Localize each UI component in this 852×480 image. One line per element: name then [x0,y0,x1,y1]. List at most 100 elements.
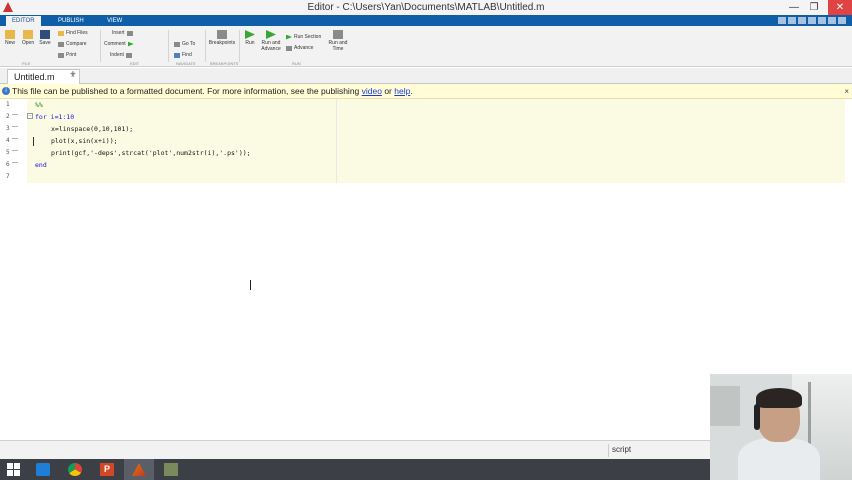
new-label: New [4,40,15,46]
breakpoint-marker[interactable]: — [12,136,18,142]
save-label: Save [39,40,51,46]
run-icon [245,30,255,39]
tab-publish[interactable]: PUBLISH [52,16,90,26]
cut-quick-icon[interactable] [788,17,796,24]
copy-quick-icon[interactable] [798,17,806,24]
taskbar-other-app[interactable] [156,459,186,480]
code-line-6: end [35,161,47,169]
group-label-navigate: NAVIGATE [176,61,196,66]
redo-quick-icon[interactable] [828,17,836,24]
info-text-or: or [381,86,395,96]
minimize-button[interactable]: — [784,0,804,15]
maximize-button[interactable]: ❐ [804,0,824,15]
code-line-4: plot(x,sin(x+i)); [51,137,118,145]
run-label: Run [245,40,255,46]
taskbar-powerpoint[interactable]: P [92,459,122,480]
quick-access-toolbar [778,17,846,24]
indent-button[interactable]: Indent [110,52,132,58]
insert-icon [126,30,133,36]
tab-view[interactable]: VIEW [101,16,128,26]
go-to-button[interactable]: Go To [174,41,195,47]
line-number: 2 [6,113,10,120]
line-number: 3 [6,125,10,132]
go-to-label: Go To [182,41,196,47]
tab-label: Untitled.m [14,72,55,82]
advance-button[interactable]: Advance [286,45,313,51]
indent-label: Indent [110,52,124,58]
find-files-button[interactable]: Find Files [58,30,88,36]
comment-button[interactable]: Comment [104,41,134,47]
group-label-run: RUN [292,61,301,66]
find-label: Find [182,52,192,58]
chrome-icon [68,463,82,476]
breakpoint-marker[interactable]: — [12,124,18,130]
comment-label: Comment [104,41,126,47]
save-quick-icon[interactable] [778,17,786,24]
presenter-hair [756,388,802,408]
floppy-disk-icon [40,30,50,39]
print-button[interactable]: Print [58,52,76,58]
compare-button[interactable]: Compare [58,41,87,47]
info-text: This file can be published to a formatte… [12,86,362,96]
find-files-icon [58,30,64,36]
run-and-advance-button[interactable]: Run and Advance [260,28,282,52]
breakpoints-icon [217,30,227,39]
breakpoint-marker[interactable]: — [12,160,18,166]
advance-label: Advance [294,45,314,51]
ribbon-separator [239,30,240,62]
go-to-icon [174,41,180,47]
tab-editor[interactable]: EDITOR [6,16,41,26]
new-tab-button[interactable]: + [70,69,76,80]
line-number: 1 [6,101,10,108]
window-title: Editor - C:\Users\Yan\Documents\MATLAB\U… [307,2,545,13]
application-icon [164,463,178,476]
ribbon-separator [100,30,101,62]
line-number: 6 [6,161,10,168]
start-button[interactable] [0,459,30,480]
help-link[interactable]: help [394,86,410,96]
breakpoint-marker[interactable]: — [12,148,18,154]
find-button[interactable]: Find [174,52,192,58]
save-button[interactable]: Save [36,28,54,46]
run-button[interactable]: Run [241,28,259,46]
code-line-2: for i=1:10 [35,113,75,121]
group-label-file: FILE [22,61,31,66]
line-number-gutter: 1 2 — 3 — 4 — 5 — 6 — 7 [0,99,27,440]
close-window-button[interactable]: ✕ [828,0,852,15]
editor-document-tabs: Untitled.m × + [0,68,852,84]
breakpoint-marker[interactable]: — [12,112,18,118]
folder-icon [23,30,33,39]
info-icon: i [2,87,10,95]
publish-info-bar: i This file can be published to a format… [0,84,852,99]
powerpoint-icon: P [100,463,114,476]
taskbar-matlab[interactable] [124,459,154,480]
open-button[interactable]: Open [19,28,37,46]
run-section-label: Run Section [294,34,322,40]
line-number: 7 [6,173,10,180]
printer-icon [58,52,64,58]
run-section-button[interactable]: Run Section [286,34,321,40]
taskbar-dropbox[interactable] [28,459,58,480]
taskbar-chrome[interactable] [60,459,90,480]
ribbon-tab-strip: EDITOR PUBLISH VIEW [0,15,852,26]
info-text-end: . [410,86,413,96]
undo-quick-icon[interactable] [818,17,826,24]
comment-icon [127,41,134,47]
help-quick-icon[interactable] [838,17,846,24]
fold-toggle-icon[interactable]: − [27,113,33,119]
group-label-edit: EDIT [130,61,140,66]
advance-icon [286,45,292,51]
insert-label: Insert [112,30,125,36]
insert-button[interactable]: Insert [112,30,133,36]
line-number: 4 [6,137,10,144]
video-link[interactable]: video [362,86,382,96]
breakpoints-button[interactable]: Breakpoints [207,28,237,46]
run-and-time-button[interactable]: Run and Time [327,28,349,52]
new-button[interactable]: New [1,28,19,46]
compare-icon [58,41,64,47]
right-text-margin [336,99,337,183]
webcam-background-shelf [710,386,740,426]
close-info-bar-icon[interactable]: × [844,84,849,99]
paste-quick-icon[interactable] [808,17,816,24]
breakpoints-label: Breakpoints [208,40,236,46]
